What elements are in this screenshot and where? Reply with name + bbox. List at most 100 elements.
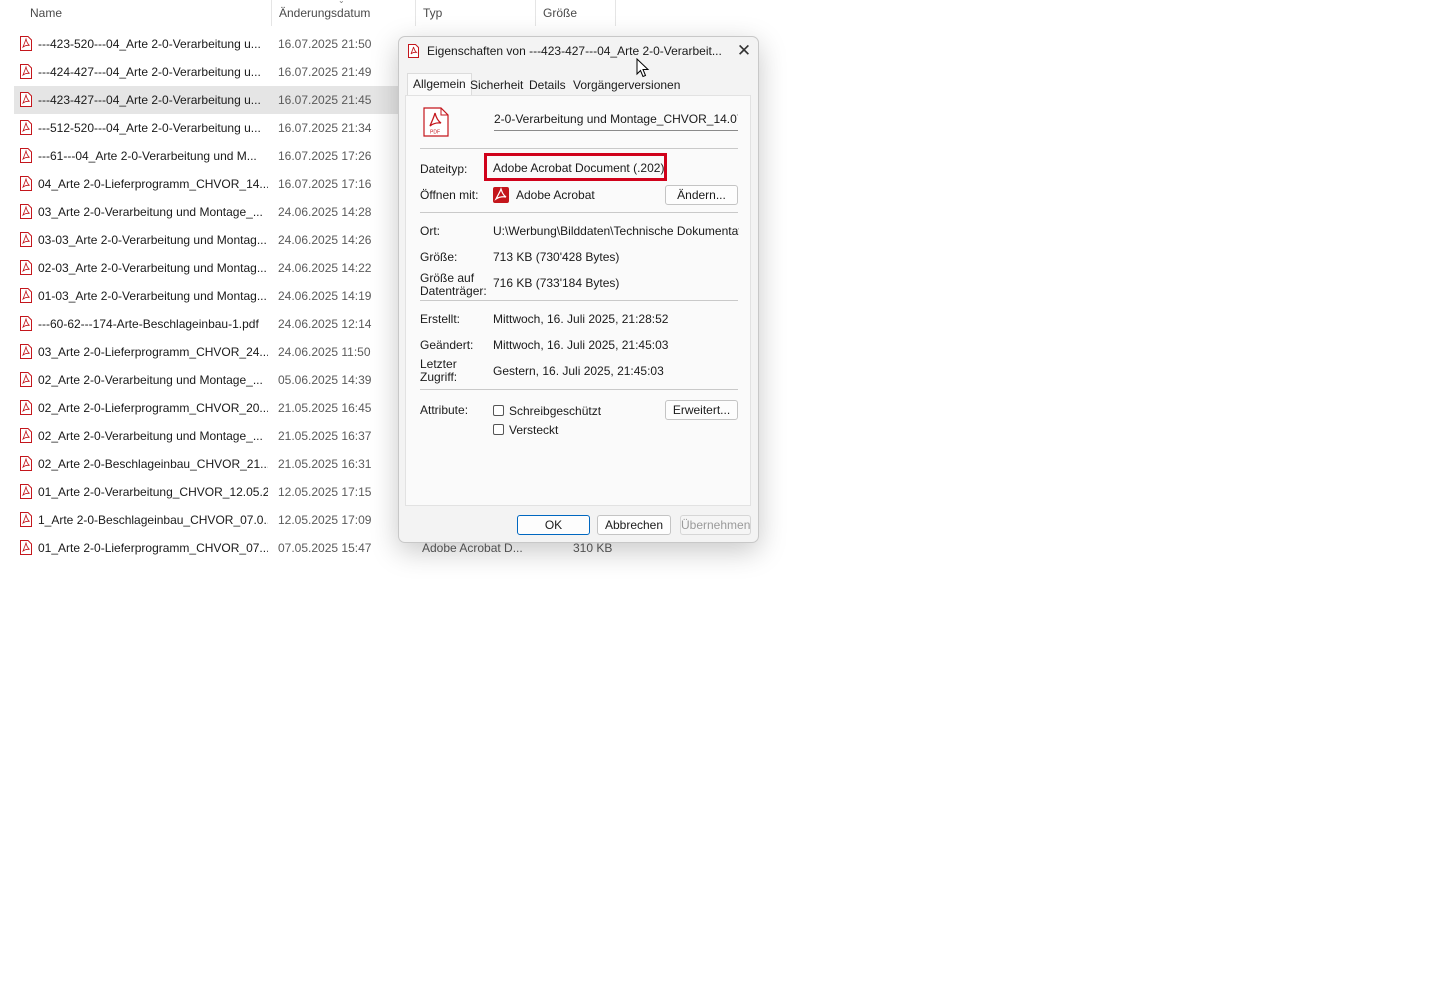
schreibgeschuetzt-checkbox[interactable] bbox=[493, 405, 504, 416]
file-row[interactable]: ---424-427---04_Arte 2-0-Verarbeitung u.… bbox=[14, 58, 398, 86]
file-row[interactable]: ---61---04_Arte 2-0-Verarbeitung und M..… bbox=[14, 142, 398, 170]
pdf-file-icon bbox=[20, 344, 32, 359]
file-date: 21.05.2025 16:45 bbox=[278, 401, 372, 415]
file-name: 04_Arte 2-0-Lieferprogramm_CHVOR_14.... bbox=[38, 177, 268, 191]
tab-vorgaengerversionen[interactable]: Vorgängerversionen bbox=[568, 75, 685, 95]
uebernehmen-button[interactable]: Übernehmen bbox=[680, 515, 751, 535]
pdf-file-icon bbox=[20, 204, 32, 219]
erweitert-button[interactable]: Erweitert... bbox=[665, 400, 738, 420]
pdf-file-icon bbox=[20, 372, 32, 387]
file-row[interactable]: 02_Arte 2-0-Verarbeitung und Montage_...… bbox=[14, 422, 398, 450]
versteckt-label: Versteckt bbox=[509, 423, 559, 437]
file-name: 01-03_Arte 2-0-Verarbeitung und Montag..… bbox=[38, 289, 267, 303]
pdf-file-icon bbox=[20, 148, 32, 163]
file-row[interactable]: 02_Arte 2-0-Verarbeitung und Montage_...… bbox=[14, 366, 398, 394]
file-name: 02-03_Arte 2-0-Verarbeitung und Montag..… bbox=[38, 261, 267, 275]
pdf-file-icon bbox=[20, 260, 32, 275]
file-row[interactable]: ---512-520---04_Arte 2-0-Verarbeitung u.… bbox=[14, 114, 398, 142]
pdf-file-icon bbox=[20, 92, 32, 107]
file-row[interactable]: 02_Arte 2-0-Beschlageinbau_CHVOR_21.... 2… bbox=[14, 450, 398, 478]
pdf-file-icon bbox=[20, 64, 32, 79]
adobe-acrobat-icon bbox=[493, 187, 509, 203]
column-header-size-label: Größe bbox=[543, 6, 578, 20]
file-date: 16.07.2025 17:16 bbox=[278, 177, 372, 191]
tab-sicherheit[interactable]: Sicherheit bbox=[465, 75, 528, 95]
versteckt-checkbox[interactable] bbox=[493, 424, 504, 435]
column-header-type-label: Typ bbox=[423, 6, 443, 20]
file-name: 01_Arte 2-0-Lieferprogramm_CHVOR_07.... bbox=[38, 541, 268, 555]
file-date: 24.06.2025 14:19 bbox=[278, 289, 372, 303]
file-date: 12.05.2025 17:15 bbox=[278, 485, 372, 499]
file-row[interactable]: 01-03_Arte 2-0-Verarbeitung und Montag..… bbox=[14, 282, 398, 310]
file-date: 21.05.2025 16:31 bbox=[278, 457, 372, 471]
file-date: 07.05.2025 15:47 bbox=[278, 541, 372, 555]
groesse-value: 713 KB (730'428 Bytes) bbox=[493, 250, 620, 264]
close-icon[interactable]: ✕ bbox=[732, 37, 756, 65]
file-date: 16.07.2025 21:34 bbox=[278, 121, 372, 135]
file-date: 16.07.2025 21:45 bbox=[278, 93, 372, 107]
highlight-box bbox=[484, 153, 667, 181]
geaendert-value: Mittwoch, 16. Juli 2025, 21:45:03 bbox=[493, 338, 669, 352]
file-date: 24.06.2025 14:22 bbox=[278, 261, 372, 275]
file-row[interactable]: 01_Arte 2-0-Lieferprogramm_CHVOR_07.... 0… bbox=[14, 534, 398, 562]
mouse-cursor-icon bbox=[636, 58, 650, 78]
groesse-datentraeger-label-1: Größe auf bbox=[420, 271, 475, 285]
column-header-size[interactable]: Größe bbox=[535, 0, 616, 26]
file-date: 24.06.2025 12:14 bbox=[278, 317, 372, 331]
column-header-name[interactable]: Name bbox=[22, 0, 272, 26]
file-row[interactable]: 01_Arte 2-0-Verarbeitung_CHVOR_12.05.2..… bbox=[14, 478, 398, 506]
sort-chevron-icon: ⌄ bbox=[338, 0, 345, 5]
pdf-file-large-icon: PDF bbox=[423, 107, 449, 137]
pdf-file-icon bbox=[20, 540, 32, 555]
oeffnen-mit-value: Adobe Acrobat bbox=[516, 188, 595, 202]
file-row[interactable]: 03_Arte 2-0-Lieferprogramm_CHVOR_24.... 2… bbox=[14, 338, 398, 366]
ok-button[interactable]: OK bbox=[517, 515, 590, 535]
file-name-field[interactable]: 2-0-Verarbeitung und Montage_CHVOR_14.07… bbox=[494, 108, 738, 131]
separator bbox=[420, 300, 738, 301]
file-date: 21.05.2025 16:37 bbox=[278, 429, 372, 443]
ort-value: U:\Werbung\Bilddaten\Technische Dokument… bbox=[493, 224, 739, 238]
file-row[interactable]: 04_Arte 2-0-Lieferprogramm_CHVOR_14.... 1… bbox=[14, 170, 398, 198]
file-name: 03_Arte 2-0-Verarbeitung und Montage_... bbox=[38, 205, 263, 219]
file-name: ---423-427---04_Arte 2-0-Verarbeitung u.… bbox=[38, 93, 261, 107]
separator bbox=[420, 148, 738, 149]
groesse-datentraeger-label-2: Datenträger: bbox=[420, 284, 487, 298]
aendern-button[interactable]: Ändern... bbox=[665, 185, 738, 205]
erstellt-label: Erstellt: bbox=[420, 312, 461, 326]
file-name: 02_Arte 2-0-Lieferprogramm_CHVOR_20.... bbox=[38, 401, 268, 415]
file-name: 02_Arte 2-0-Verarbeitung und Montage_... bbox=[38, 429, 263, 443]
file-name: ---61---04_Arte 2-0-Verarbeitung und M..… bbox=[38, 149, 257, 163]
pdf-file-icon bbox=[20, 232, 32, 247]
file-row[interactable]: 02-03_Arte 2-0-Verarbeitung und Montag..… bbox=[14, 254, 398, 282]
file-date: 16.07.2025 21:50 bbox=[278, 37, 372, 51]
file-name: ---60-62---174-Arte-Beschlageinbau-1.pdf bbox=[38, 317, 259, 331]
file-row[interactable]: 1_Arte 2-0-Beschlageinbau_CHVOR_07.0... 1… bbox=[14, 506, 398, 534]
file-row[interactable]: 03-03_Arte 2-0-Verarbeitung und Montag..… bbox=[14, 226, 398, 254]
tab-allgemein[interactable]: Allgemein bbox=[407, 73, 472, 96]
file-date: 24.06.2025 11:50 bbox=[278, 345, 371, 359]
file-name: ---423-520---04_Arte 2-0-Verarbeitung u.… bbox=[38, 37, 261, 51]
pdf-file-icon bbox=[20, 316, 32, 331]
separator bbox=[420, 212, 738, 213]
column-header-date-label: Änderungsdatum bbox=[279, 6, 371, 20]
general-tab-panel: PDF 2-0-Verarbeitung und Montage_CHVOR_1… bbox=[405, 95, 751, 506]
pdf-file-icon bbox=[20, 400, 32, 415]
dialog-titlebar[interactable]: Eigenschaften von ---423-427---04_Arte 2… bbox=[399, 37, 758, 67]
file-row[interactable]: ---423-427---04_Arte 2-0-Verarbeitung u.… bbox=[14, 86, 398, 114]
svg-text:PDF: PDF bbox=[430, 130, 440, 136]
file-row[interactable]: 03_Arte 2-0-Verarbeitung und Montage_...… bbox=[14, 198, 398, 226]
pdf-file-icon bbox=[20, 484, 32, 499]
file-name: ---424-427---04_Arte 2-0-Verarbeitung u.… bbox=[38, 65, 261, 79]
file-row[interactable]: ---60-62---174-Arte-Beschlageinbau-1.pdf… bbox=[14, 310, 398, 338]
pdf-file-icon bbox=[20, 456, 32, 471]
letzter-zugriff-value: Gestern, 16. Juli 2025, 21:45:03 bbox=[493, 364, 664, 378]
file-name: 02_Arte 2-0-Verarbeitung und Montage_... bbox=[38, 373, 263, 387]
file-row[interactable]: 02_Arte 2-0-Lieferprogramm_CHVOR_20.... 2… bbox=[14, 394, 398, 422]
tab-details[interactable]: Details bbox=[524, 75, 571, 95]
column-header-name-label: Name bbox=[30, 6, 63, 20]
oeffnen-mit-label: Öffnen mit: bbox=[420, 188, 479, 202]
attribute-label: Attribute: bbox=[420, 403, 469, 417]
abbrechen-button[interactable]: Abbrechen bbox=[597, 515, 671, 535]
column-header-type[interactable]: Typ bbox=[415, 0, 536, 26]
file-row[interactable]: ---423-520---04_Arte 2-0-Verarbeitung u.… bbox=[14, 30, 398, 58]
